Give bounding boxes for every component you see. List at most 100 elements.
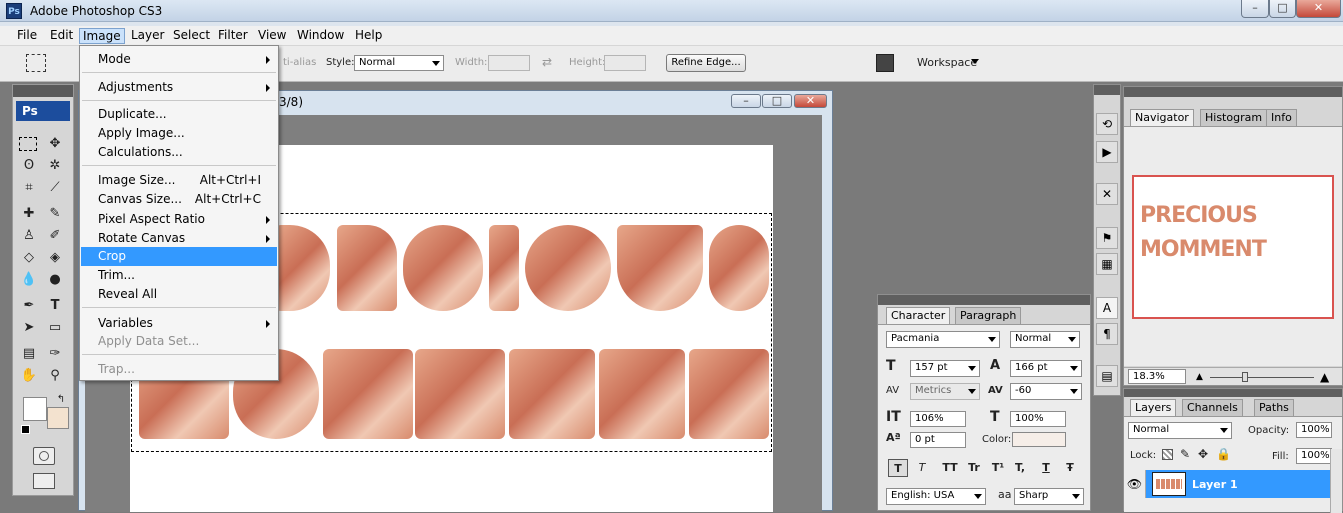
doc-close-button[interactable]: ✕ [794,94,827,108]
menu-item-crop[interactable]: Crop [81,247,277,266]
tab-navigator[interactable]: Navigator [1130,109,1194,126]
tab-character[interactable]: Character [886,307,951,324]
menu-image[interactable]: Image [79,28,125,44]
background-color-swatch[interactable] [47,407,69,429]
bridge-icon[interactable] [876,54,894,72]
menu-item-reveal-all[interactable]: Reveal All [81,285,277,304]
style-select[interactable]: Normal [354,55,444,71]
faux-bold-button[interactable]: T [888,459,908,477]
underline-button[interactable]: T [1036,459,1056,477]
zoom-slider-track[interactable] [1210,377,1314,378]
kerning-select[interactable]: Metrics [910,383,980,400]
menu-item-pixel-aspect-ratio[interactable]: Pixel Aspect Ratio [81,210,277,229]
tracking-input[interactable]: -60 [1010,383,1082,400]
strikethrough-button[interactable]: Ŧ [1060,459,1080,477]
menu-item-adjustments[interactable]: Adjustments [81,78,277,97]
tool-presets-icon[interactable]: ✕ [1096,183,1118,205]
marquee-tool-icon[interactable] [19,137,37,151]
tab-info[interactable]: Info [1266,109,1297,126]
vertical-scale-input[interactable]: 106% [910,411,966,427]
marquee-preset-icon[interactable] [26,54,46,72]
history-panel-icon[interactable]: ⟲ [1096,113,1118,135]
font-family-select[interactable]: Pacmania [886,331,1000,348]
swap-colors-icon[interactable]: ↰ [51,391,71,409]
default-colors-icon[interactable] [21,425,30,434]
horizontal-scale-input[interactable]: 100% [1010,411,1066,427]
eraser-tool-icon[interactable]: ◇ [19,249,39,267]
crop-tool-icon[interactable]: ⌗ [19,179,39,197]
menu-item-duplicate[interactable]: Duplicate... [81,105,277,124]
shape-tool-icon[interactable]: ▭ [45,319,65,337]
lock-all-icon[interactable]: 🔒 [1216,447,1231,461]
foreground-color-swatch[interactable] [23,397,47,421]
menu-item-rotate-canvas[interactable]: Rotate Canvas [81,229,277,248]
paint-bucket-icon[interactable]: ◈ [45,249,65,267]
eyedropper-icon[interactable]: ✑ [45,345,65,363]
slice-tool-icon[interactable]: ⟋ [45,179,65,197]
brushes-panel-icon[interactable]: ⚑ [1096,227,1118,249]
font-size-input[interactable]: 157 pt [910,360,980,377]
height-input[interactable] [604,55,646,71]
refine-edge-button[interactable]: Refine Edge... [666,54,746,72]
language-select[interactable]: English: USA [886,488,986,505]
tab-layers[interactable]: Layers [1130,399,1177,416]
tab-paragraph[interactable]: Paragraph [955,307,1022,324]
superscript-button[interactable]: T¹ [988,459,1008,477]
text-color-swatch[interactable] [1012,432,1066,447]
doc-maximize-button[interactable]: □ [762,94,792,108]
menu-select[interactable]: Select [170,28,213,44]
baseline-shift-input[interactable]: 0 pt [910,432,966,448]
menu-view[interactable]: View [255,28,289,44]
layers-scrollbar[interactable] [1330,449,1342,513]
tab-channels[interactable]: Channels [1182,399,1243,416]
quick-mask-icon[interactable] [33,447,55,465]
all-caps-button[interactable]: TT [940,459,960,477]
visibility-eye-icon[interactable]: 👁 [1124,470,1146,498]
lasso-tool-icon[interactable]: ʘ [19,157,39,175]
navigator-preview[interactable]: PRECIOUS MOMMENT [1132,175,1334,319]
layer-row[interactable]: 👁 Layer 1 [1124,470,1330,498]
fill-input[interactable]: 100% [1296,448,1332,464]
menu-item-canvas-size[interactable]: Canvas Size... Alt+Ctrl+C [81,190,277,209]
width-input[interactable] [488,55,530,71]
zoom-slider-handle[interactable] [1242,372,1248,382]
lock-pixels-icon[interactable]: ✎ [1180,447,1190,461]
layer-comps-icon[interactable]: ▤ [1096,365,1118,387]
menu-edit[interactable]: Edit [47,28,76,44]
leading-input[interactable]: 166 pt [1010,360,1082,377]
screen-mode-icon[interactable] [33,473,55,489]
antialias-select[interactable]: Sharp [1014,488,1084,505]
stamp-tool-icon[interactable]: ♙ [19,227,39,245]
faux-italic-button[interactable]: T [912,459,932,477]
paragraph-panel-icon[interactable]: ¶ [1096,323,1118,345]
menu-item-variables[interactable]: Variables [81,314,277,333]
clone-source-icon[interactable]: ▦ [1096,253,1118,275]
menu-item-apply-image[interactable]: Apply Image... [81,124,277,143]
zoom-input[interactable]: 18.3% [1128,369,1186,384]
lock-transparency-icon[interactable] [1162,449,1173,460]
minimize-button[interactable]: – [1241,0,1269,18]
type-tool-icon[interactable]: T [45,297,65,315]
blur-tool-icon[interactable]: 💧 [19,271,39,289]
notes-tool-icon[interactable]: ▤ [19,345,39,363]
pen-tool-icon[interactable]: ✒ [19,297,39,315]
blend-mode-select[interactable]: Normal [1128,422,1232,439]
dodge-tool-icon[interactable]: ● [45,271,65,289]
lock-position-icon[interactable]: ✥ [1198,447,1208,461]
menu-help[interactable]: Help [352,28,385,44]
menu-item-image-size[interactable]: Image Size... Alt+Ctrl+I [81,171,277,190]
doc-minimize-button[interactable]: – [731,94,761,108]
history-brush-icon[interactable]: ✐ [45,227,65,245]
character-panel-icon[interactable]: A [1096,297,1118,319]
menu-window[interactable]: Window [294,28,347,44]
font-style-select[interactable]: Normal [1010,331,1080,348]
zoom-in-icon[interactable]: ▲ [1320,370,1329,384]
zoom-out-icon[interactable]: ▲ [1196,372,1203,382]
actions-panel-icon[interactable]: ▶ [1096,141,1118,163]
opacity-input[interactable]: 100% [1296,422,1332,438]
move-tool-icon[interactable]: ✥ [45,135,65,153]
brush-tool-icon[interactable]: ✎ [45,205,65,223]
small-caps-button[interactable]: Tr [964,459,984,477]
path-selection-icon[interactable]: ➤ [19,319,39,337]
menu-item-calculations[interactable]: Calculations... [81,143,277,162]
